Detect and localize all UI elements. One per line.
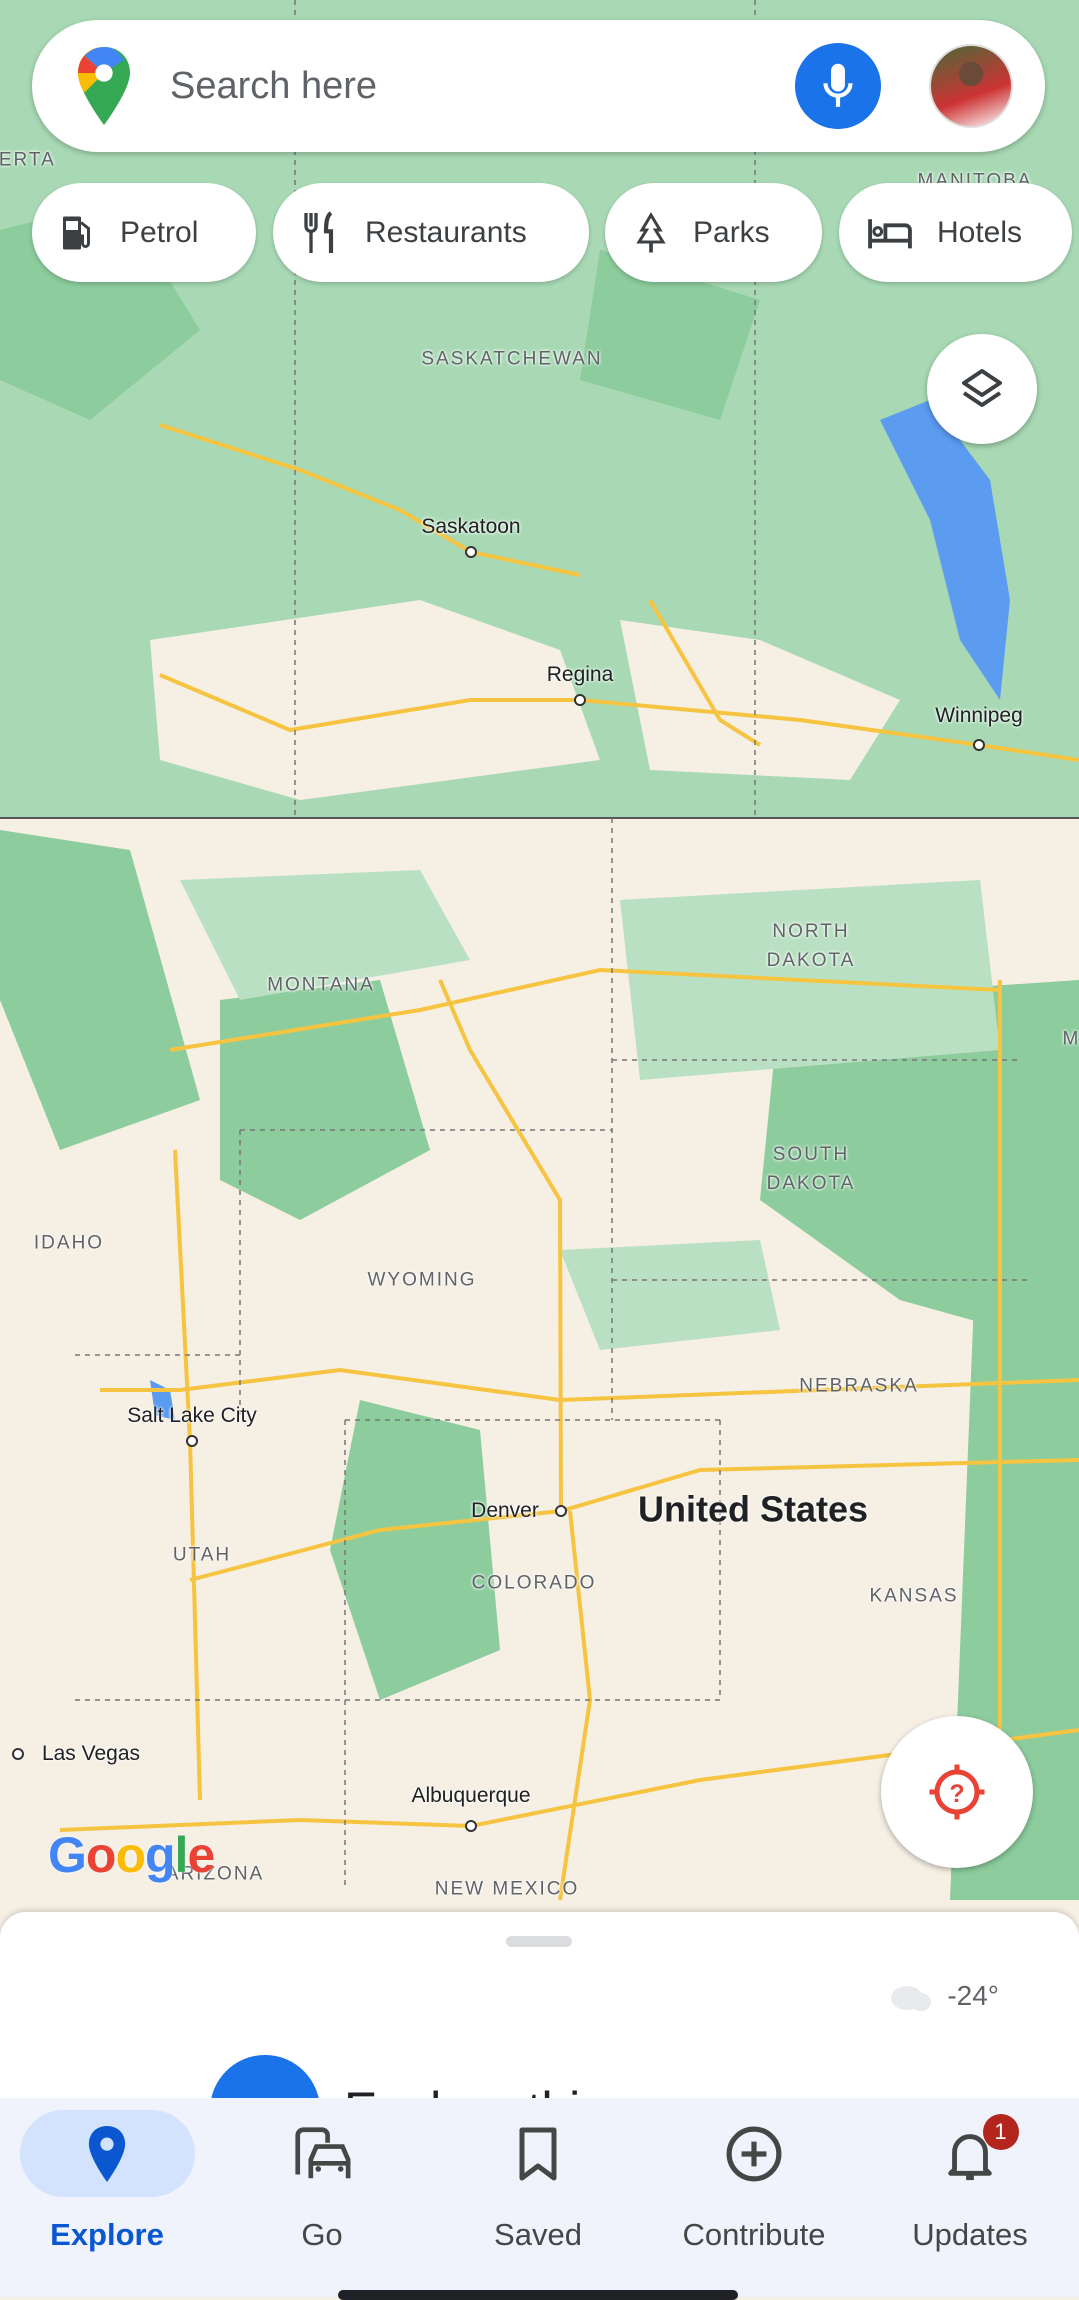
chip-label: Restaurants bbox=[365, 215, 527, 249]
nav-label: Updates bbox=[912, 2217, 1028, 2252]
region-label: IDAHO bbox=[33, 1232, 105, 1254]
commute-icon bbox=[295, 2126, 351, 2178]
city-marker bbox=[465, 546, 477, 558]
map-canvas[interactable]: BERTA MANITOBA SASKATCHEWAN NORTH DAKOTA… bbox=[0, 0, 1079, 1930]
nav-saved[interactable]: Saved bbox=[430, 2098, 646, 2268]
region-label: NORTH DAKOTA bbox=[766, 921, 856, 971]
city-label[interactable]: Winnipeg bbox=[935, 704, 1023, 728]
region-label: SASKATCHEWAN bbox=[421, 348, 603, 370]
temperature: -24° bbox=[947, 1980, 999, 2011]
add-circle-icon bbox=[726, 2126, 782, 2181]
home-indicator[interactable] bbox=[338, 2290, 738, 2300]
chip-parks[interactable]: Parks bbox=[605, 183, 822, 282]
nav-explore[interactable]: Explore bbox=[0, 2098, 215, 2268]
layers-icon bbox=[962, 369, 1002, 407]
country-label: United States bbox=[637, 1488, 869, 1530]
nav-label: Go bbox=[301, 2217, 343, 2252]
bed-icon bbox=[868, 218, 912, 248]
chip-restaurants[interactable]: Restaurants bbox=[273, 183, 589, 282]
google-maps-logo-icon bbox=[78, 47, 130, 125]
explore-bottom-sheet[interactable]: -24° Explore this area bbox=[0, 1912, 1079, 2112]
city-label[interactable]: Denver bbox=[471, 1499, 539, 1523]
region-label: COLORADO bbox=[471, 1572, 597, 1594]
bookmark-icon bbox=[519, 2127, 557, 2180]
chip-label: Hotels bbox=[937, 215, 1023, 249]
nav-updates[interactable]: 1 Updates bbox=[862, 2098, 1078, 2268]
voice-search-button[interactable] bbox=[795, 43, 881, 129]
chip-hotels[interactable]: Hotels bbox=[839, 183, 1072, 282]
bottom-navigation: Explore Go Saved Contribute 1 Updates bbox=[0, 2098, 1079, 2297]
city-marker bbox=[574, 694, 586, 706]
fuel-icon bbox=[63, 216, 90, 249]
city-label[interactable]: Albuquerque bbox=[411, 1784, 530, 1808]
city-label[interactable]: Salt Lake City bbox=[127, 1404, 257, 1428]
city-label[interactable]: Saskatoon bbox=[421, 515, 520, 539]
my-location-button[interactable]: ? bbox=[881, 1716, 1033, 1868]
nav-go[interactable]: Go bbox=[214, 2098, 430, 2268]
region-label: MI bbox=[1062, 1028, 1079, 1050]
notification-badge: 1 bbox=[982, 2114, 1019, 2150]
chip-petrol[interactable]: Petrol bbox=[32, 183, 256, 282]
microphone-icon bbox=[823, 63, 853, 107]
region-label: SOUTH DAKOTA bbox=[766, 1144, 856, 1194]
region-label: MONTANA bbox=[267, 974, 375, 996]
google-logo: Google bbox=[48, 1827, 215, 1883]
svg-text:?: ? bbox=[949, 1780, 964, 1808]
tree-icon bbox=[636, 211, 666, 252]
region-label: NEBRASKA bbox=[799, 1375, 919, 1397]
weather-indicator[interactable]: -24° bbox=[885, 1980, 999, 2012]
explore-pin-icon bbox=[88, 2125, 126, 2182]
city-marker bbox=[186, 1435, 198, 1447]
chip-label: Parks bbox=[693, 215, 770, 249]
chip-label: Petrol bbox=[120, 215, 199, 249]
search-bar[interactable]: Search here bbox=[32, 20, 1045, 152]
nav-contribute[interactable]: Contribute bbox=[646, 2098, 862, 2268]
nav-label: Contribute bbox=[682, 2217, 826, 2252]
region-label: WYOMING bbox=[367, 1269, 477, 1291]
city-marker bbox=[973, 739, 985, 751]
region-label: UTAH bbox=[172, 1544, 232, 1566]
city-marker bbox=[465, 1820, 477, 1832]
nav-label: Saved bbox=[494, 2217, 582, 2252]
city-label[interactable]: Las Vegas bbox=[42, 1742, 140, 1766]
layers-button[interactable] bbox=[927, 334, 1037, 444]
account-avatar[interactable] bbox=[929, 44, 1013, 128]
region-label: KANSAS bbox=[869, 1585, 959, 1607]
cloud-icon bbox=[891, 1986, 932, 2011]
location-unknown-icon: ? bbox=[929, 1764, 985, 1820]
region-label: BERTA bbox=[0, 149, 56, 171]
city-marker bbox=[555, 1505, 567, 1517]
map-graphics bbox=[0, 0, 1079, 1901]
search-input[interactable]: Search here bbox=[170, 65, 795, 108]
nav-label: Explore bbox=[50, 2217, 164, 2252]
sheet-drag-handle[interactable] bbox=[506, 1936, 572, 1947]
city-marker bbox=[12, 1748, 24, 1760]
fork-knife-icon bbox=[304, 210, 334, 253]
region-label: NEW MEXICO bbox=[434, 1878, 580, 1900]
city-label[interactable]: Regina bbox=[547, 663, 614, 687]
